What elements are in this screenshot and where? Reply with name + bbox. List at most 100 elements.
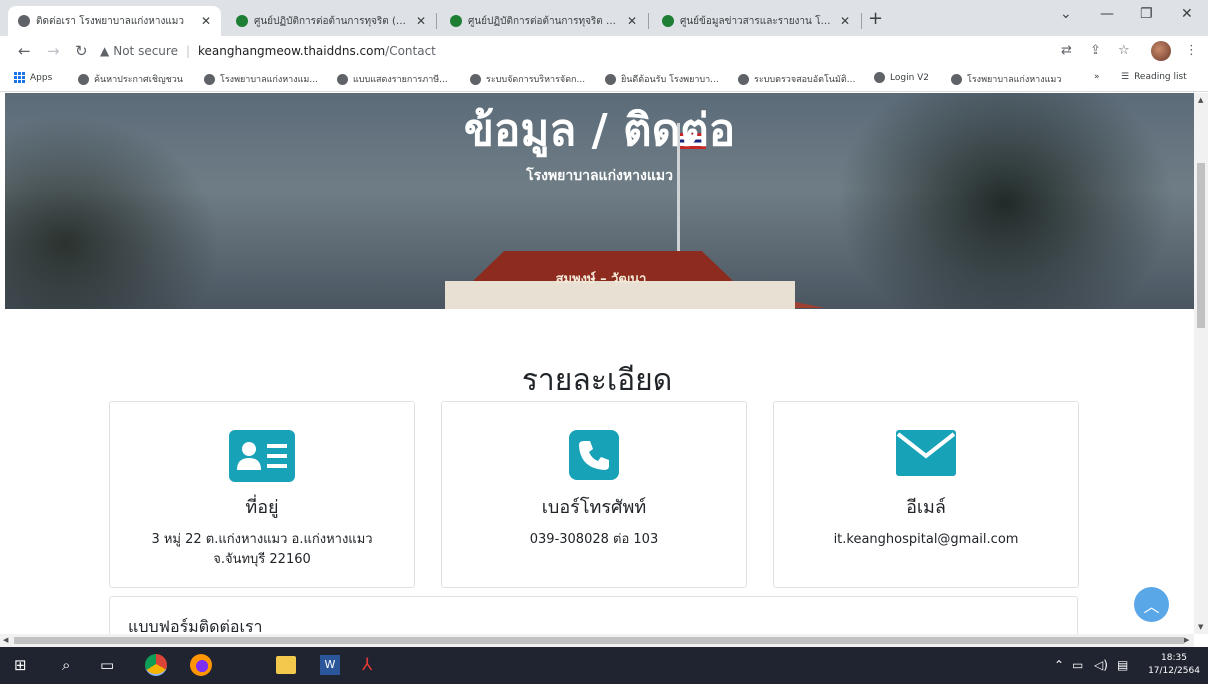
contact-form-card: แบบฟอร์มติดต่อเรา: [109, 596, 1078, 634]
divider: |: [185, 44, 191, 58]
tab-separator: [436, 13, 437, 29]
chevron-up-icon: ︿: [1143, 596, 1160, 616]
profile-avatar[interactable]: [1151, 41, 1171, 61]
file-explorer-icon[interactable]: [276, 656, 296, 674]
reading-list-button[interactable]: ☰ Reading list: [1121, 72, 1187, 82]
bookmark-label: แบบแสดงรายการภาษี...: [353, 75, 448, 85]
phone-icon: [569, 430, 619, 483]
bookmark-item[interactable]: ค้นหาประกาศเชิญชวน: [78, 72, 183, 86]
shield-icon: [450, 15, 462, 27]
back-to-top-button[interactable]: ︿: [1134, 587, 1169, 622]
scrollbar-thumb[interactable]: [1197, 163, 1205, 328]
tab-title: ศูนย์ปฏิบัติการต่อต้านการทุจริต กระทร: [468, 15, 619, 27]
address-text: 3 หมู่ 22 ต.แก่งหางแมว อ.แก่งหางแมว จ.จั…: [151, 532, 373, 567]
warning-icon[interactable]: ▲: [100, 44, 109, 58]
url-path: /Contact: [385, 44, 436, 58]
tab-anticorruption-2[interactable]: ศูนย์ปฏิบัติการต่อต้านการทุจริต กระทร ✕: [440, 6, 647, 36]
globe-icon: [337, 73, 348, 85]
word-icon[interactable]: W: [320, 655, 340, 675]
chevron-up-icon[interactable]: ⌃: [1054, 658, 1064, 672]
scroll-up-icon[interactable]: ▲: [1198, 96, 1203, 104]
bookmarks-bar: Apps ค้นหาประกาศเชิญชวน โรงพยาบาลแก่งหาง…: [0, 66, 1208, 92]
scroll-right-icon[interactable]: ▶: [1184, 636, 1189, 644]
bookmark-apps[interactable]: Apps: [14, 72, 52, 83]
bookmark-label: Apps: [30, 72, 53, 83]
url-host: keanghangmeow.thaiddns.com: [198, 44, 386, 58]
minimize-icon[interactable]: —: [1100, 6, 1114, 22]
more-bookmarks-button[interactable]: »: [1094, 72, 1100, 82]
tab-title: ศูนย์ปฏิบัติการต่อต้านการทุจริต (สปท.): [254, 15, 408, 27]
bookmark-item[interactable]: ยินดีต้อนรับ โรงพยาบา...: [605, 72, 719, 86]
acrobat-icon[interactable]: ⅄: [362, 655, 372, 675]
clock-time: 18:35: [1161, 653, 1187, 663]
hero-banner: สมพงษ์ – วัฒนา ข้อมูล / ติดต่อ โรงพยาบาล…: [5, 93, 1194, 309]
tab-title: ติดต่อเรา โรงพยาบาลแก่งหางแมว: [36, 15, 184, 27]
close-icon[interactable]: ✕: [416, 14, 426, 28]
tab-search-icon[interactable]: ⌄: [1060, 6, 1072, 22]
notification-icon[interactable]: ▤: [1117, 658, 1128, 672]
bookmark-item[interactable]: ระบบตรวจสอบอัตโนมัติ...: [738, 72, 855, 86]
task-view-icon[interactable]: ▭: [100, 656, 114, 674]
speaker-icon[interactable]: ◁): [1094, 658, 1108, 672]
share-icon[interactable]: ⇪: [1090, 43, 1101, 58]
close-icon[interactable]: ✕: [201, 14, 211, 28]
windows-start-icon[interactable]: ⊞: [14, 656, 27, 674]
email-card: อีเมล์ it.keanghospital@gmail.com: [773, 401, 1079, 588]
bookmark-item[interactable]: Login V2: [874, 72, 929, 83]
reading-list-label: Reading list: [1134, 72, 1187, 82]
star-icon[interactable]: ☆: [1118, 43, 1130, 58]
globe-icon: [470, 73, 481, 85]
tab-contact[interactable]: ติดต่อเรา โรงพยาบาลแก่งหางแมว ✕: [8, 6, 221, 36]
globe-icon: [204, 73, 215, 85]
vertical-scrollbar[interactable]: ▲ ▼: [1194, 93, 1208, 634]
tab-anticorruption-1[interactable]: ศูนย์ปฏิบัติการต่อต้านการทุจริต (สปท.) ✕: [226, 6, 436, 36]
page-viewport: สมพงษ์ – วัฒนา ข้อมูล / ติดต่อ โรงพยาบาล…: [0, 93, 1194, 634]
back-icon[interactable]: ←: [18, 42, 31, 60]
forward-icon[interactable]: →: [47, 42, 60, 60]
clock-date: 17/12/2564: [1148, 666, 1200, 676]
reading-list-icon: ☰: [1121, 72, 1130, 82]
close-icon[interactable]: ✕: [840, 14, 850, 28]
menu-icon[interactable]: ⋮: [1185, 43, 1198, 58]
phone-text: 039-308028 ต่อ 103: [529, 532, 659, 547]
address-title: ที่อยู่: [245, 497, 279, 518]
scrollbar-thumb[interactable]: [14, 637, 1184, 644]
bookmark-label: ยินดีต้อนรับ โรงพยาบา...: [621, 75, 719, 85]
globe-icon: [605, 73, 616, 85]
email-title: อีเมล์: [906, 497, 946, 518]
shield-icon: [236, 15, 248, 27]
system-clock[interactable]: 18:35 17/12/2564: [1144, 652, 1204, 678]
bookmark-item[interactable]: โรงพยาบาลแก่งหางแมว: [951, 72, 1061, 86]
chrome-icon[interactable]: [145, 654, 167, 676]
close-window-icon[interactable]: ✕: [1181, 6, 1193, 22]
address-bar[interactable]: ▲ Not secure | keanghangmeow.thaiddns.co…: [100, 39, 1040, 63]
globe-icon: [18, 15, 30, 27]
bookmark-label: Login V2: [890, 72, 930, 83]
tab-information-center[interactable]: ศูนย์ข้อมูลข่าวสารและรายงาน โรงพยา ✕: [652, 6, 860, 36]
id-card-icon: [229, 430, 295, 485]
tab-separator: [648, 13, 649, 29]
translate-icon[interactable]: ⇄: [1061, 43, 1072, 58]
network-icon[interactable]: ▭: [1072, 658, 1083, 672]
apps-grid-icon: [14, 72, 25, 83]
restore-icon[interactable]: ❐: [1140, 6, 1153, 22]
horizontal-scrollbar[interactable]: ◀ ▶: [0, 634, 1194, 647]
globe-icon: [951, 73, 962, 85]
bookmark-item[interactable]: โรงพยาบาลแก่งหางแม...: [204, 72, 318, 86]
contact-form-title: แบบฟอร์มติดต่อเรา: [128, 617, 263, 634]
security-label[interactable]: Not secure: [113, 44, 178, 58]
page-subtitle: โรงพยาบาลแก่งหางแมว: [526, 168, 673, 184]
globe-icon: [78, 73, 89, 85]
firefox-icon[interactable]: [190, 654, 212, 676]
search-icon[interactable]: ⌕: [62, 656, 70, 674]
reload-icon[interactable]: ↻: [75, 42, 88, 60]
scroll-down-icon[interactable]: ▼: [1198, 623, 1203, 631]
bookmark-label: ระบบตรวจสอบอัตโนมัติ...: [754, 75, 856, 85]
bookmark-item[interactable]: ระบบจัดการบริหารจัดก...: [470, 72, 585, 86]
close-icon[interactable]: ✕: [627, 14, 637, 28]
bookmark-item[interactable]: แบบแสดงรายการภาษี...: [337, 72, 448, 86]
browser-toolbar: ← → ↻ ▲ Not secure | keanghangmeow.thaid…: [0, 36, 1208, 66]
scroll-left-icon[interactable]: ◀: [3, 636, 8, 644]
new-tab-button[interactable]: +: [868, 8, 883, 29]
building-sign: สมพงษ์ – วัฒนา: [555, 272, 647, 287]
